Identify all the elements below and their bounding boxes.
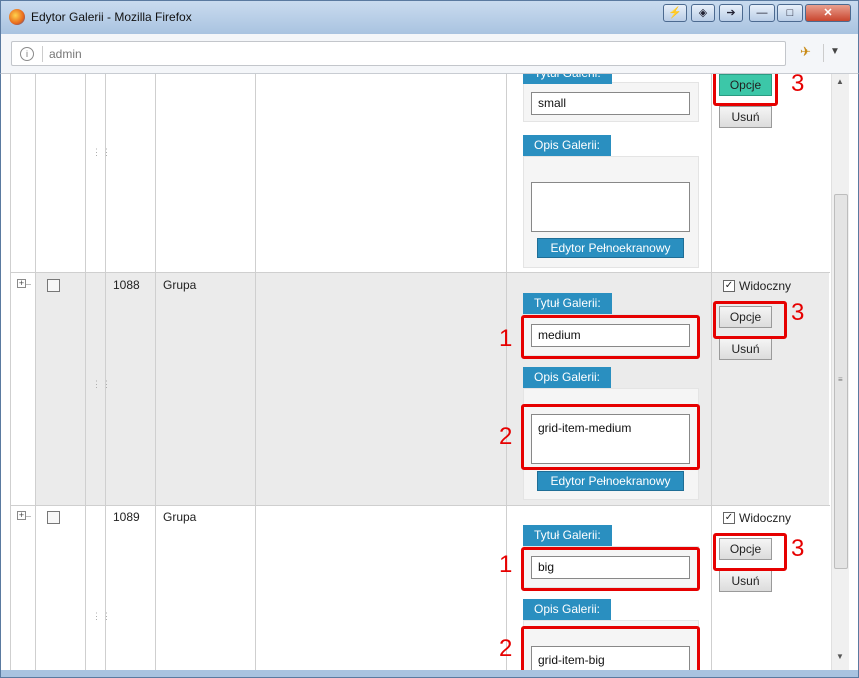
row-id: 1089 <box>113 510 140 524</box>
window-border <box>0 670 859 678</box>
expand-icon[interactable]: + <box>17 279 26 288</box>
highlight-box <box>713 301 787 339</box>
highlight-box <box>521 547 700 591</box>
highlight-box <box>713 533 787 571</box>
drag-handle[interactable]: ⋮⋮ <box>92 148 111 162</box>
maximize-button[interactable]: □ <box>777 4 803 22</box>
row-checkbox[interactable] <box>47 511 60 524</box>
close-button[interactable]: ✕ <box>805 4 851 22</box>
grid-line <box>155 74 156 678</box>
annotation-1: 1 <box>499 325 513 352</box>
row-checkbox[interactable] <box>47 279 60 292</box>
row-type: Grupa <box>163 278 197 292</box>
minimize-button[interactable]: — <box>749 4 775 22</box>
highlight-box <box>713 74 778 106</box>
title-label: Tytuł Galerii: <box>523 74 612 84</box>
row-id: 1088 <box>113 278 140 292</box>
annotation-3: 3 <box>791 535 805 562</box>
visible-label: Widoczny <box>739 511 792 525</box>
url-separator <box>42 46 43 62</box>
grid-line <box>10 74 11 678</box>
scroll-down-icon[interactable]: ▼ <box>836 652 844 661</box>
annotation-2: 2 <box>499 635 513 662</box>
title-label: Tytuł Galerii: <box>523 525 612 546</box>
compass-icon[interactable]: ◈ <box>691 4 715 22</box>
fullscreen-editor-button[interactable]: Edytor Pełnoekranowy <box>537 238 684 258</box>
visible-checkbox[interactable]: ✓ <box>723 512 735 524</box>
delete-button[interactable]: Usuń <box>719 106 772 128</box>
window-titlebar: Edytor Galerii - Mozilla Firefox ⚡ ◈ ➔ —… <box>0 0 859 34</box>
visible-label: Widoczny <box>739 279 792 293</box>
plug-icon[interactable]: ⚡ <box>663 4 687 22</box>
url-text[interactable]: admin <box>49 47 82 61</box>
title-label: Tytuł Galerii: <box>523 293 612 314</box>
row-type: Grupa <box>163 510 197 524</box>
url-bar[interactable]: i admin <box>11 41 786 66</box>
grid-line <box>255 74 256 678</box>
extension-icon[interactable]: ✈ <box>800 43 820 61</box>
chevron-down-icon[interactable]: ▼ <box>830 46 840 57</box>
scroll-up-icon[interactable]: ▲ <box>836 77 844 86</box>
delete-button[interactable]: Usuń <box>719 570 772 592</box>
description-label: Opis Galerii: <box>523 599 612 620</box>
grid-line <box>105 74 106 678</box>
sign-in-icon[interactable]: ➔ <box>719 4 743 22</box>
annotation-3: 3 <box>791 299 805 326</box>
annotation-3: 3 <box>791 74 805 97</box>
row-separator <box>10 505 830 506</box>
window-title: Edytor Galerii - Mozilla Firefox <box>31 10 192 24</box>
firefox-icon <box>9 9 25 25</box>
grip-icon: ≡ <box>838 375 843 384</box>
row-separator <box>10 272 830 273</box>
annotation-2: 2 <box>499 423 513 450</box>
description-label: Opis Galerii: <box>523 135 612 156</box>
grid-line <box>35 74 36 678</box>
description-label: Opis Galerii: <box>523 367 612 388</box>
gallery-table: ⋮⋮ Tytuł Galerii: small Opis Galerii: Ed… <box>0 74 859 678</box>
expand-icon[interactable]: + <box>17 511 26 520</box>
menu-separator <box>823 44 824 62</box>
grid-line <box>506 74 507 678</box>
drag-handle[interactable]: ⋮⋮ <box>92 380 111 394</box>
vertical-scrollbar[interactable]: ▲ ≡ ▼ <box>831 74 849 678</box>
drag-handle[interactable]: ⋮⋮ <box>92 612 111 626</box>
scroll-thumb[interactable]: ≡ <box>834 194 848 569</box>
description-textarea[interactable] <box>531 182 690 232</box>
navigation-bar: i admin ✈ ▼ <box>0 34 859 74</box>
visible-checkbox[interactable]: ✓ <box>723 280 735 292</box>
grid-line <box>85 74 86 678</box>
grid-line <box>711 74 712 678</box>
fullscreen-editor-button[interactable]: Edytor Pełnoekranowy <box>537 471 684 491</box>
info-icon[interactable]: i <box>20 47 34 61</box>
highlight-box <box>521 404 700 470</box>
title-input[interactable]: small <box>531 92 690 115</box>
delete-button[interactable]: Usuń <box>719 338 772 360</box>
highlight-box <box>521 315 700 359</box>
annotation-1: 1 <box>499 551 513 578</box>
